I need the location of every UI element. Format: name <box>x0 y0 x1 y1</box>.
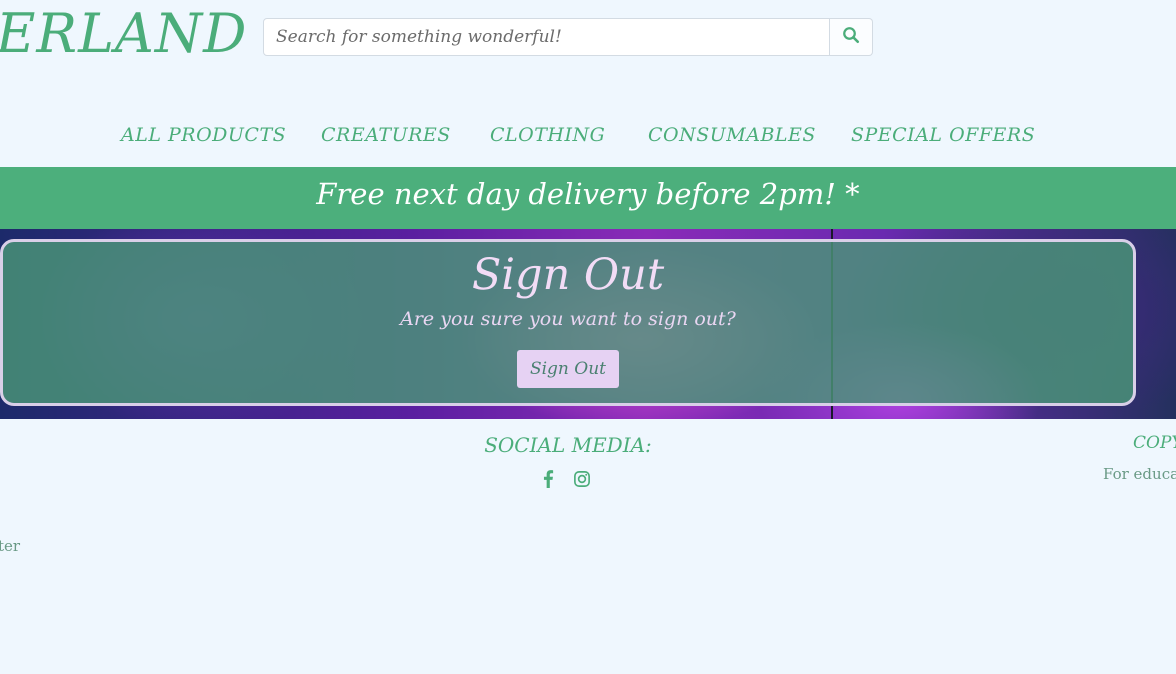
signout-button[interactable]: Sign Out <box>516 350 620 388</box>
signout-panel: Sign Out Are you sure you want to sign o… <box>0 239 1136 406</box>
social-media-title: SOCIAL MEDIA: <box>484 433 652 457</box>
copyright-text: For educa <box>1103 465 1176 483</box>
main-nav: ALL PRODUCTS CREATURES CLOTHING CONSUMAB… <box>0 124 1176 152</box>
search-icon <box>842 26 860 48</box>
instagram-icon[interactable] <box>572 469 592 489</box>
nav-item-special-offers[interactable]: SPECIAL OFFERS <box>851 124 1035 146</box>
search-bar <box>263 18 873 56</box>
nav-item-consumables[interactable]: CONSUMABLES <box>648 124 816 146</box>
social-icons <box>538 469 592 489</box>
search-button[interactable] <box>830 18 873 56</box>
signout-message: Are you sure you want to sign out? <box>400 308 736 330</box>
facebook-icon[interactable] <box>538 469 558 489</box>
nav-item-all-products[interactable]: ALL PRODUCTS <box>121 124 286 146</box>
footer-left-text: ter <box>0 537 21 555</box>
hero-background: Sign Out Are you sure you want to sign o… <box>0 229 1176 419</box>
copyright-title: COPY <box>1133 433 1176 453</box>
delivery-banner: Free next day delivery before 2pm! * <box>0 167 1176 229</box>
signout-title: Sign Out <box>471 250 665 300</box>
site-logo[interactable]: ERLAND <box>0 2 247 65</box>
nav-item-clothing[interactable]: CLOTHING <box>490 124 605 146</box>
nav-item-creatures[interactable]: CREATURES <box>321 124 451 146</box>
search-input[interactable] <box>263 18 830 56</box>
